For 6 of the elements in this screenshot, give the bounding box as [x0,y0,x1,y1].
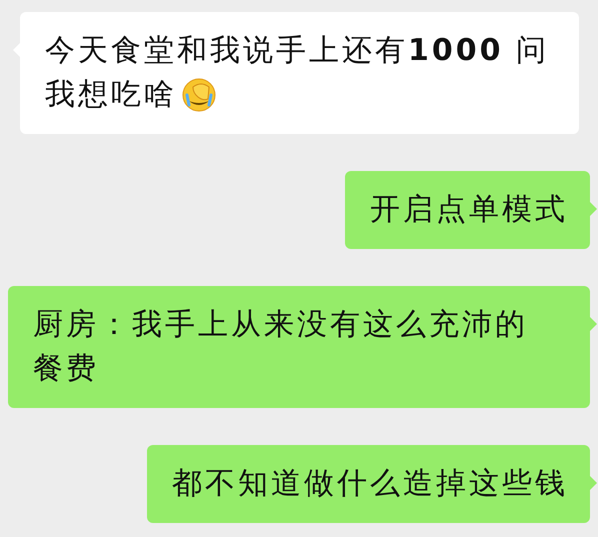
message-text: 厨房：我手上从来没有这么充沛的 [33,306,528,344]
message-text: 今天食堂和我说手上还有1000 问 [45,32,550,70]
message-text: 餐费 [33,350,99,388]
message-text: 开启点单模式 [370,191,568,229]
message-text: 我想吃啥 [45,76,177,114]
message-text: 都不知道做什么造掉这些钱 [172,465,568,503]
